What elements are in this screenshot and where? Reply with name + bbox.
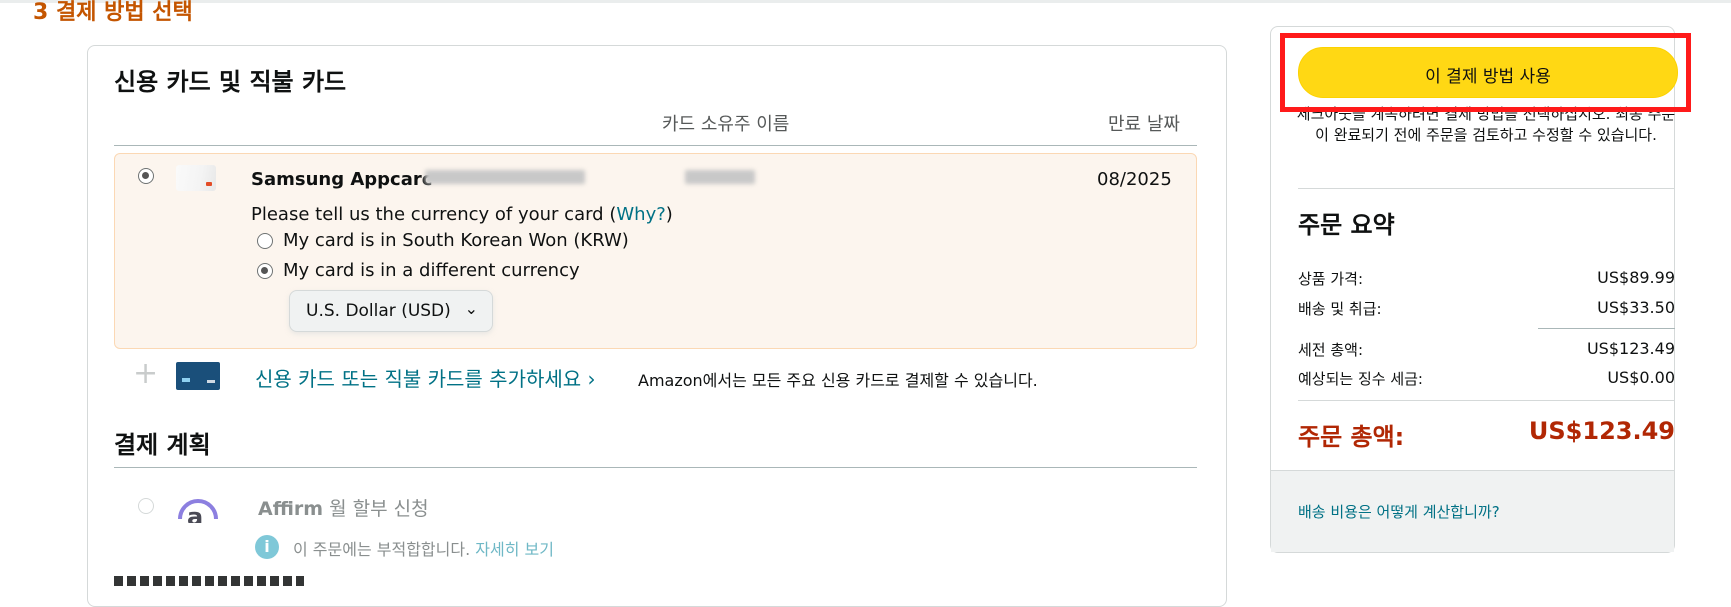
plus-icon[interactable]: + (133, 359, 158, 389)
order-total-label: 주문 총액: (1298, 423, 1405, 451)
items-price-label: 상품 가격: (1298, 270, 1364, 288)
total-divider (1298, 400, 1675, 401)
estimated-tax-value: US$0.00 (1607, 368, 1675, 387)
affirm-logo-icon: a (176, 489, 220, 523)
step-heading: 3 결제 방법 선택 (33, 0, 193, 25)
affirm-radio[interactable] (138, 498, 154, 514)
subtotal-divider (1538, 328, 1675, 329)
order-summary-title: 주문 요약 (1298, 211, 1395, 239)
card-name: Samsung Appcarc (251, 169, 433, 190)
pretax-total-label: 세전 총액: (1298, 341, 1364, 359)
cards-section-title: 신용 카드 및 직불 카드 (114, 68, 347, 96)
other-currency-radio[interactable] (257, 263, 273, 279)
masked-cardholder-name (685, 170, 755, 184)
next-section-title-peek (114, 576, 304, 586)
items-price-value: US$89.99 (1597, 268, 1675, 287)
order-total-value: US$123.49 (1528, 417, 1675, 445)
currency-dropdown-value: U.S. Dollar (USD) (306, 301, 451, 321)
other-currency-option-label[interactable]: My card is in a different currency (283, 260, 580, 281)
card-thumbnail-icon (176, 165, 216, 191)
krw-option-label[interactable]: My card is in South Korean Won (KRW) (283, 230, 629, 251)
add-card-note: Amazon에서는 모든 주요 신용 카드로 결제할 수 있습니다. (638, 371, 1038, 390)
cards-header-divider (114, 145, 1197, 146)
payment-plan-title: 결제 계획 (114, 431, 211, 459)
estimated-tax-label: 예상되는 징수 세금: (1298, 370, 1423, 388)
why-link[interactable]: Why? (616, 204, 665, 225)
expiry-date-header: 만료 날짜 (1108, 114, 1180, 135)
summary-divider (1298, 188, 1675, 189)
shipping-label: 배송 및 취급: (1298, 300, 1382, 318)
card-radio[interactable] (138, 168, 154, 184)
shipping-cost-link[interactable]: 배송 비용은 어떻게 계산합니까? (1298, 501, 1500, 522)
affirm-ineligible-note: 이 주문에는 부적합합니다. 자세히 보기 (293, 540, 554, 559)
credit-card-icon (176, 362, 220, 390)
currency-dropdown[interactable]: U.S. Dollar (USD) ⌄ (289, 290, 493, 332)
learn-more-link[interactable]: 자세히 보기 (475, 540, 554, 559)
svg-text:a: a (187, 503, 203, 523)
info-icon: i (255, 535, 279, 559)
shipping-value: US$33.50 (1597, 298, 1675, 317)
currency-prompt: Please tell us the currency of your card… (251, 204, 673, 225)
affirm-option-label: Affirm 월 할부 신청 (258, 498, 429, 520)
top-border (0, 0, 1731, 3)
masked-card-number (425, 170, 585, 184)
card-expiry: 08/2025 (1097, 169, 1172, 190)
krw-radio[interactable] (257, 233, 273, 249)
chevron-down-icon: ⌄ (464, 299, 478, 318)
highlight-box (1280, 33, 1691, 112)
add-card-link[interactable]: 신용 카드 또는 직불 카드를 추가하세요 › (255, 363, 596, 392)
plan-header-divider (114, 467, 1197, 468)
cardholder-name-header: 카드 소유주 이름 (662, 114, 790, 135)
pretax-total-value: US$123.49 (1586, 339, 1675, 358)
